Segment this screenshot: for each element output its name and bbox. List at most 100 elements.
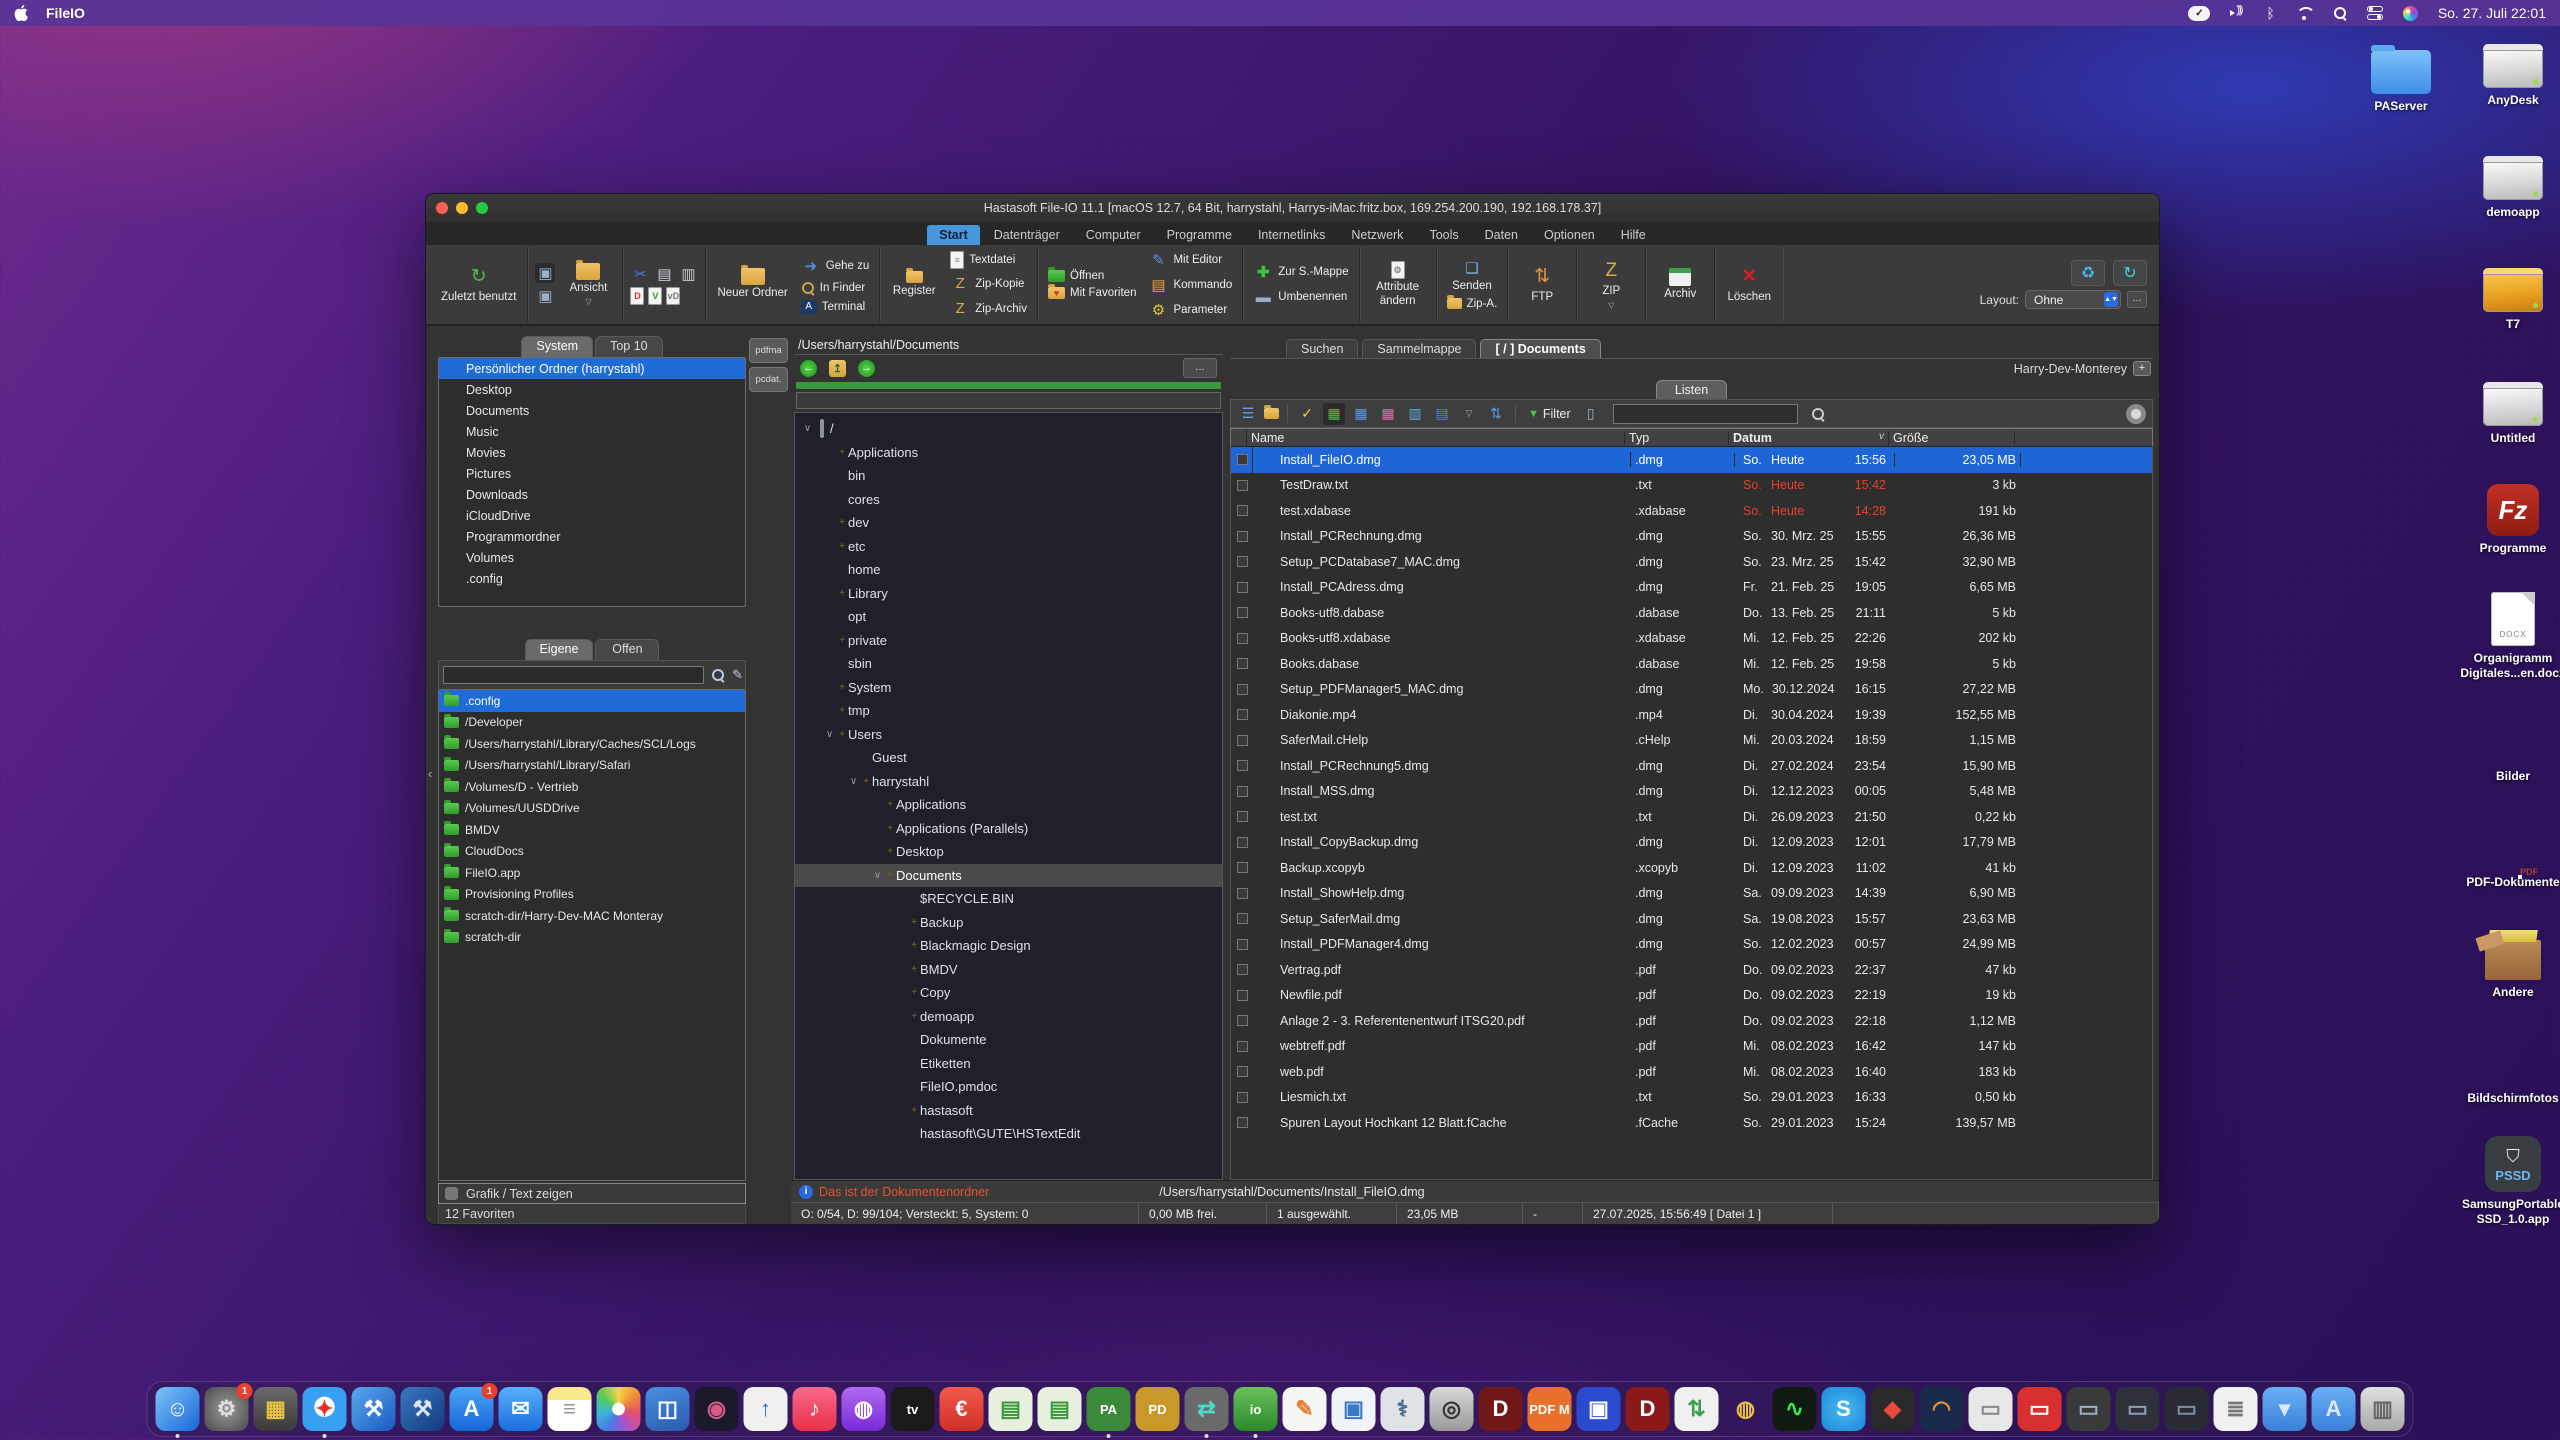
sidebar-collapse-handle[interactable]: ‹ [428,766,432,781]
time-machine-status-icon[interactable]: ✓ [2188,6,2210,21]
dock-icon[interactable]: ▥ [2361,1387,2405,1431]
favorites-edit-icon[interactable]: ✎ [732,667,743,683]
dock-icon[interactable]: ▭ [2067,1387,2111,1431]
tree-node[interactable]: + Library [795,582,1222,606]
archive-button[interactable]: Archiv [1653,266,1707,303]
files-filter-input[interactable] [1613,404,1798,424]
folder-view-icon[interactable] [1264,408,1279,419]
dock-icon[interactable]: ∿ [1773,1387,1817,1431]
file-row-checkbox[interactable] [1231,524,1253,550]
file-row-checkbox[interactable] [1231,1110,1253,1136]
tree-more-button[interactable]: ... [1183,358,1217,378]
dock-icon[interactable]: ▭ [2165,1387,2209,1431]
filter-button[interactable]: ▼ Filter [1524,407,1575,421]
show-graphic-text-row[interactable]: Grafik / Text zeigen [438,1183,746,1204]
file-row-checkbox[interactable] [1231,779,1253,805]
tree-node[interactable]: cores [795,488,1222,512]
tree-node[interactable]: home [795,558,1222,582]
tree-node[interactable]: + Desktop [795,840,1222,864]
file-row-checkbox[interactable] [1231,830,1253,856]
favorite-item[interactable]: /Developer [439,712,745,734]
favorite-item[interactable]: BMDV [439,819,745,841]
dock-icon[interactable]: ◍ [842,1387,886,1431]
dock-icon[interactable]: ▭ [1969,1387,2013,1431]
new-folder-button[interactable]: Neuer Ordner [713,266,791,302]
files-tab[interactable]: Sammelmappe [1362,339,1476,358]
file-row-checkbox[interactable] [1231,677,1253,703]
tree-node[interactable]: + System [795,676,1222,700]
file-row[interactable]: Install_PCRechnung.dmg .dmg So.30. Mrz. … [1231,524,2152,550]
current-path[interactable]: /Users/harrystahl/Documents [794,336,1223,355]
favorite-item[interactable]: Provisioning Profiles [439,884,745,906]
tree-node[interactable]: / [795,417,1222,441]
send-button[interactable]: ❏ Senden [1444,258,1501,293]
file-row-checkbox[interactable] [1231,575,1253,601]
with-editor-button[interactable]: ✎Mit Editor [1145,249,1235,271]
tree-node[interactable]: + Backup [795,911,1222,935]
file-row-checkbox[interactable] [1231,549,1253,575]
tree-node[interactable]: + Applications [795,793,1222,817]
add-profile-button[interactable]: + [2133,361,2151,376]
sort-icon[interactable]: ⇅ [1485,403,1507,425]
tree-node[interactable]: + Documents [795,864,1222,888]
file-row[interactable]: Install_ShowHelp.dmg .dmg Sa.09.09.20231… [1231,881,2152,907]
favorite-item[interactable]: /Users/harrystahl/Library/Caches/SCL/Log… [439,733,745,755]
panel-toggle-top-icon[interactable]: ▣ [535,263,555,283]
tree-node[interactable]: + tmp [795,699,1222,723]
panel-toggle-bottom-icon[interactable]: ▣ [535,286,555,306]
ribbon-tab[interactable]: Start [927,225,979,245]
detail-view-icon[interactable]: ▦ [1350,403,1372,425]
dock-icon[interactable]: ≣ [2214,1387,2258,1431]
file-row[interactable]: Newfile.pdf .pdf Do.09.02.202322:19 19 k… [1231,983,2152,1009]
tree-node[interactable]: Etiketten [795,1052,1222,1076]
file-row-checkbox[interactable] [1231,1085,1253,1111]
dock-icon[interactable]: ⇅ [1675,1387,1719,1431]
forward-button[interactable]: → [858,360,875,377]
cut-icon[interactable]: ✂ [630,264,650,284]
close-window-button[interactable] [436,202,448,214]
filter-check-icon[interactable]: ✓ [1296,403,1318,425]
dock-icon[interactable]: ↑ [744,1387,788,1431]
snapshot-icon[interactable] [2126,404,2146,424]
file-row-checkbox[interactable] [1231,1034,1253,1060]
dock-icon[interactable]: ✦ [303,1387,347,1431]
tree-expander-icon[interactable] [871,870,884,881]
file-row[interactable]: Vertrag.pdf .pdf Do.09.02.202322:37 47 k… [1231,957,2152,983]
favorite-item[interactable]: scratch-dir/Harry-Dev-MAC Monteray [439,905,745,927]
desktop-icon[interactable]: SamsungPortable SSD_1.0.app [2458,1134,2560,1227]
rename-button[interactable]: ▬Umbenennen [1250,286,1351,308]
mini-tab[interactable]: pcdat. [749,367,788,392]
file-row[interactable]: Diakonie.mp4 .mp4 Di.30.04.202419:39 152… [1231,702,2152,728]
dock-icon[interactable] [597,1387,641,1431]
file-row-checkbox[interactable] [1231,600,1253,626]
file-row-checkbox[interactable] [1231,473,1253,499]
to-collection-button[interactable]: ✚Zur S.-Mappe [1250,261,1351,283]
view-tab-listen[interactable]: Listen [1656,380,1727,399]
desktop-icon[interactable]: demoapp [2458,142,2560,220]
system-folder-item[interactable]: .config [439,568,745,589]
apple-logo-icon[interactable] [14,5,28,21]
file-row-checkbox[interactable] [1231,804,1253,830]
file-row-checkbox[interactable] [1231,447,1253,473]
favorite-item[interactable]: CloudDocs [439,841,745,863]
tree-node[interactable]: + BMDV [795,958,1222,982]
file-row[interactable]: Setup_PDFManager5_MAC.dmg .dmg Mo.30.12.… [1231,677,2152,703]
dock-icon[interactable]: ◫ [646,1387,690,1431]
file-row[interactable]: Install_CopyBackup.dmg .dmg Di.12.09.202… [1231,830,2152,856]
dock-icon[interactable]: PD [1136,1387,1180,1431]
dock-icon[interactable]: ▦ [254,1387,298,1431]
tab-system[interactable]: System [521,336,593,357]
file-row[interactable]: Setup_PCDatabase7_MAC.dmg .dmg So.23. Mr… [1231,549,2152,575]
file-row[interactable]: test.txt .txt Di.26.09.202321:50 0,22 kb [1231,804,2152,830]
ribbon-tab[interactable]: Hilfe [1609,225,1658,245]
tree-expander-icon[interactable] [801,423,814,434]
open-button[interactable]: Öffnen [1045,269,1139,283]
desktop-icon[interactable]: Bilder [2458,706,2560,784]
favorite-item[interactable]: /Volumes/UUSDDrive [439,798,745,820]
zip-copy-button[interactable]: ZZip-Kopie [947,273,1030,295]
system-folder-item[interactable]: Movies [439,442,745,463]
desktop-icon[interactable]: T7 [2458,254,2560,332]
file-row[interactable]: SaferMail.cHelp .cHelp Mi.20.03.202418:5… [1231,728,2152,754]
dock-icon[interactable]: ☺ [156,1387,200,1431]
ribbon-tab[interactable]: Internetlinks [1246,225,1337,245]
